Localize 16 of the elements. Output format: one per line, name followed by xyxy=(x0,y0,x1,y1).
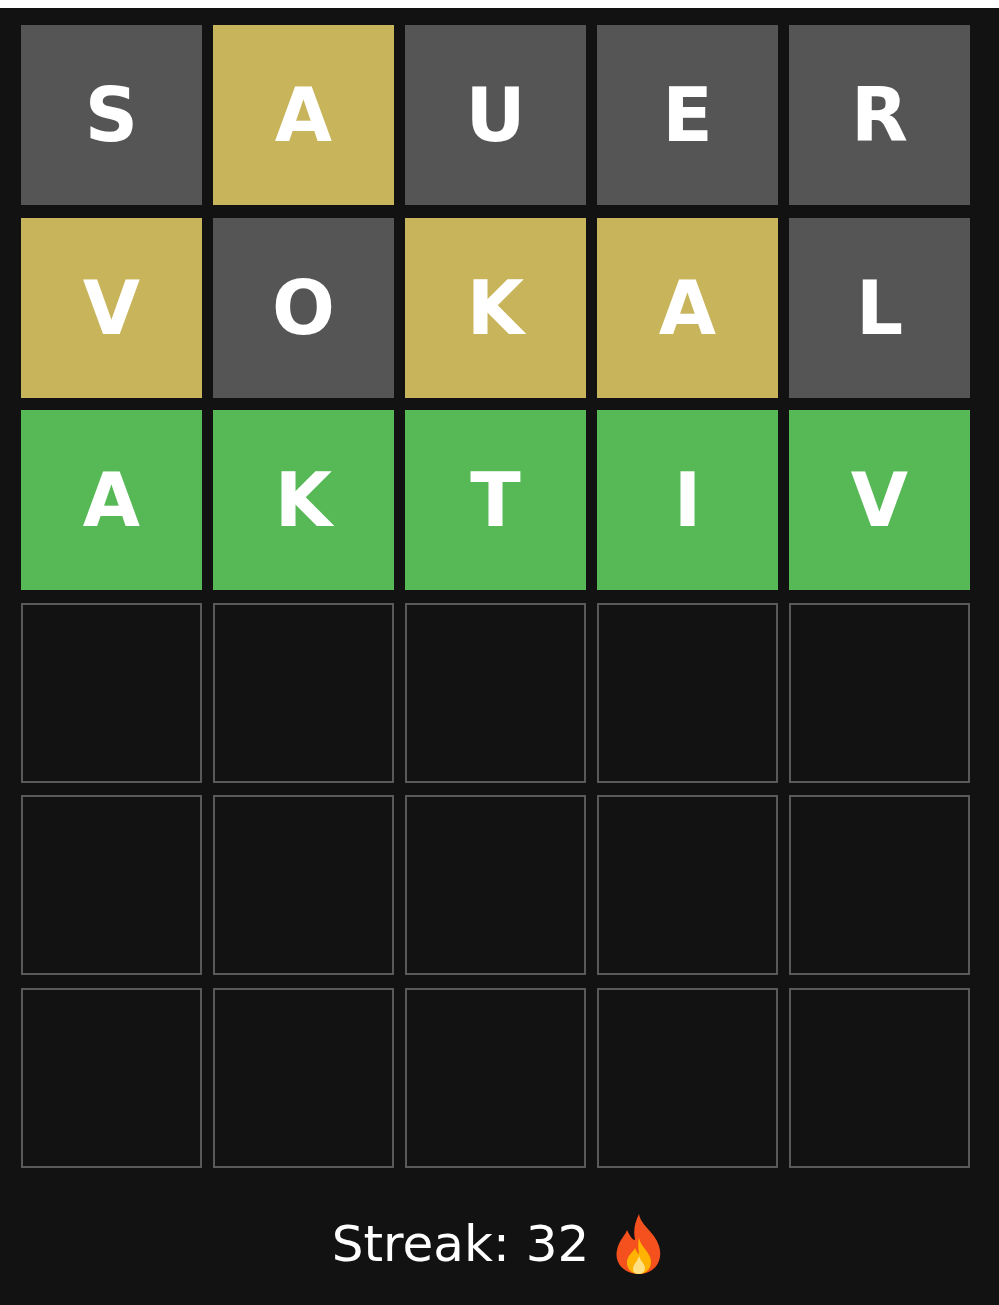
letter-tile: A xyxy=(21,410,202,590)
letter-tile: I xyxy=(597,410,778,590)
letter-tile: E xyxy=(597,25,778,205)
letter-tile: T xyxy=(405,410,586,590)
letter-tile: K xyxy=(213,410,394,590)
letter-tile: U xyxy=(405,25,586,205)
letter-tile: A xyxy=(213,25,394,205)
streak-label: Streak: 32 xyxy=(331,1214,590,1273)
letter-tile: R xyxy=(789,25,970,205)
letter-tile: L xyxy=(789,217,970,398)
letter-tile: V xyxy=(789,410,970,590)
letter-tile: V xyxy=(21,217,202,398)
letter-tile: S xyxy=(21,25,202,205)
letter-tile: K xyxy=(405,217,586,398)
letter-tile: O xyxy=(213,217,394,398)
letter-tile: A xyxy=(597,217,778,398)
